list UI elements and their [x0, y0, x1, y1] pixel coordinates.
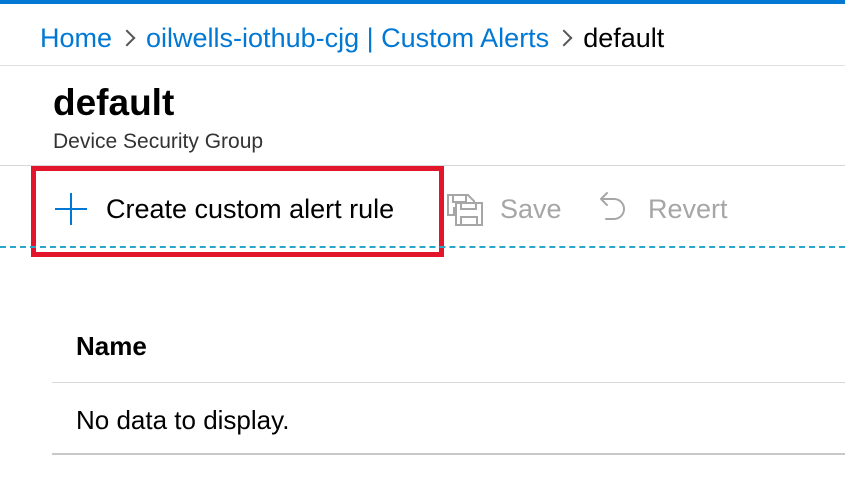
save-button-label: Save [500, 193, 562, 224]
breadcrumb-home-link[interactable]: Home [40, 23, 112, 54]
table-bottom-divider [52, 453, 845, 455]
chevron-right-icon [549, 16, 583, 60]
custom-alerts-page: Home oilwells-iothub-cjg | Custom Alerts… [0, 0, 845, 478]
undo-icon [600, 192, 625, 220]
breadcrumb-current: default [583, 22, 665, 53]
loading-indicator-line [0, 246, 845, 248]
breadcrumb: Home oilwells-iothub-cjg | Custom Alerts… [40, 16, 664, 60]
table-header-divider [52, 382, 845, 383]
chevron-right-icon [112, 16, 146, 60]
create-custom-alert-rule-button[interactable]: Create custom alert rule [52, 186, 394, 232]
table-empty-message: No data to display. [76, 405, 290, 435]
top-accent-bar [0, 0, 845, 4]
table-column-header-name[interactable]: Name [76, 328, 147, 364]
save-button[interactable]: Save [444, 186, 562, 232]
revert-button[interactable]: Revert [594, 186, 728, 232]
plus-icon [52, 190, 90, 228]
breadcrumb-parent-link[interactable]: oilwells-iothub-cjg | Custom Alerts [146, 23, 549, 54]
save-icon [447, 194, 483, 226]
create-button-label: Create custom alert rule [106, 193, 395, 224]
page-subtitle: Device Security Group [53, 130, 264, 153]
page-title: default [53, 82, 175, 123]
revert-button-label: Revert [648, 193, 728, 224]
header-divider [0, 65, 845, 66]
